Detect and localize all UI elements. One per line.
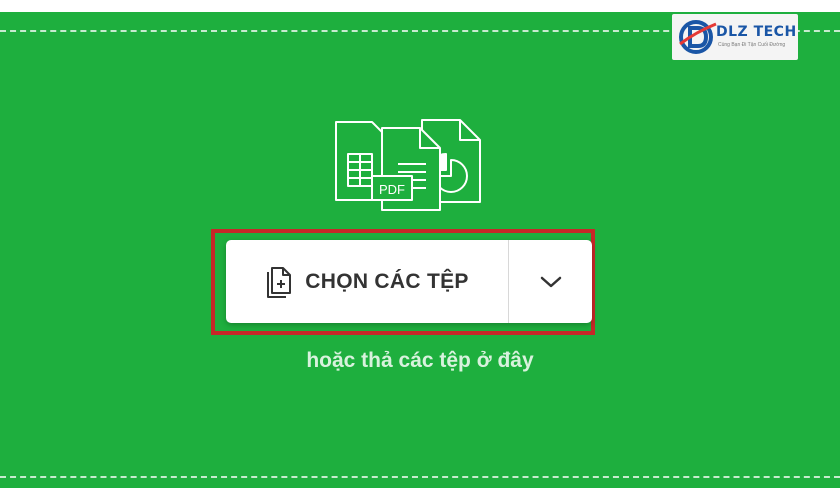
brand-logo: DLZ TECH Cùng Bạn Đi Tận Cuối Đường (672, 14, 798, 60)
logo-text: DLZ TECH (716, 24, 797, 40)
chevron-down-icon (540, 276, 561, 287)
choose-files-button[interactable]: CHỌN CÁC TỆP (226, 240, 508, 323)
drop-hint: hoặc thả các tệp ở đây (306, 349, 534, 372)
file-chooser: CHỌN CÁC TỆP (226, 240, 592, 323)
dlz-tech-logo-icon (679, 20, 717, 54)
documents-stack-icon: PDF (335, 119, 481, 211)
dashed-border-bottom (0, 476, 840, 478)
pdf-label: PDF (379, 182, 405, 197)
logo-tagline: Cùng Bạn Đi Tận Cuối Đường (718, 42, 786, 48)
choose-files-label: CHỌN CÁC TỆP (305, 269, 469, 293)
upload-source-dropdown[interactable] (509, 240, 592, 323)
file-add-icon (267, 266, 292, 298)
